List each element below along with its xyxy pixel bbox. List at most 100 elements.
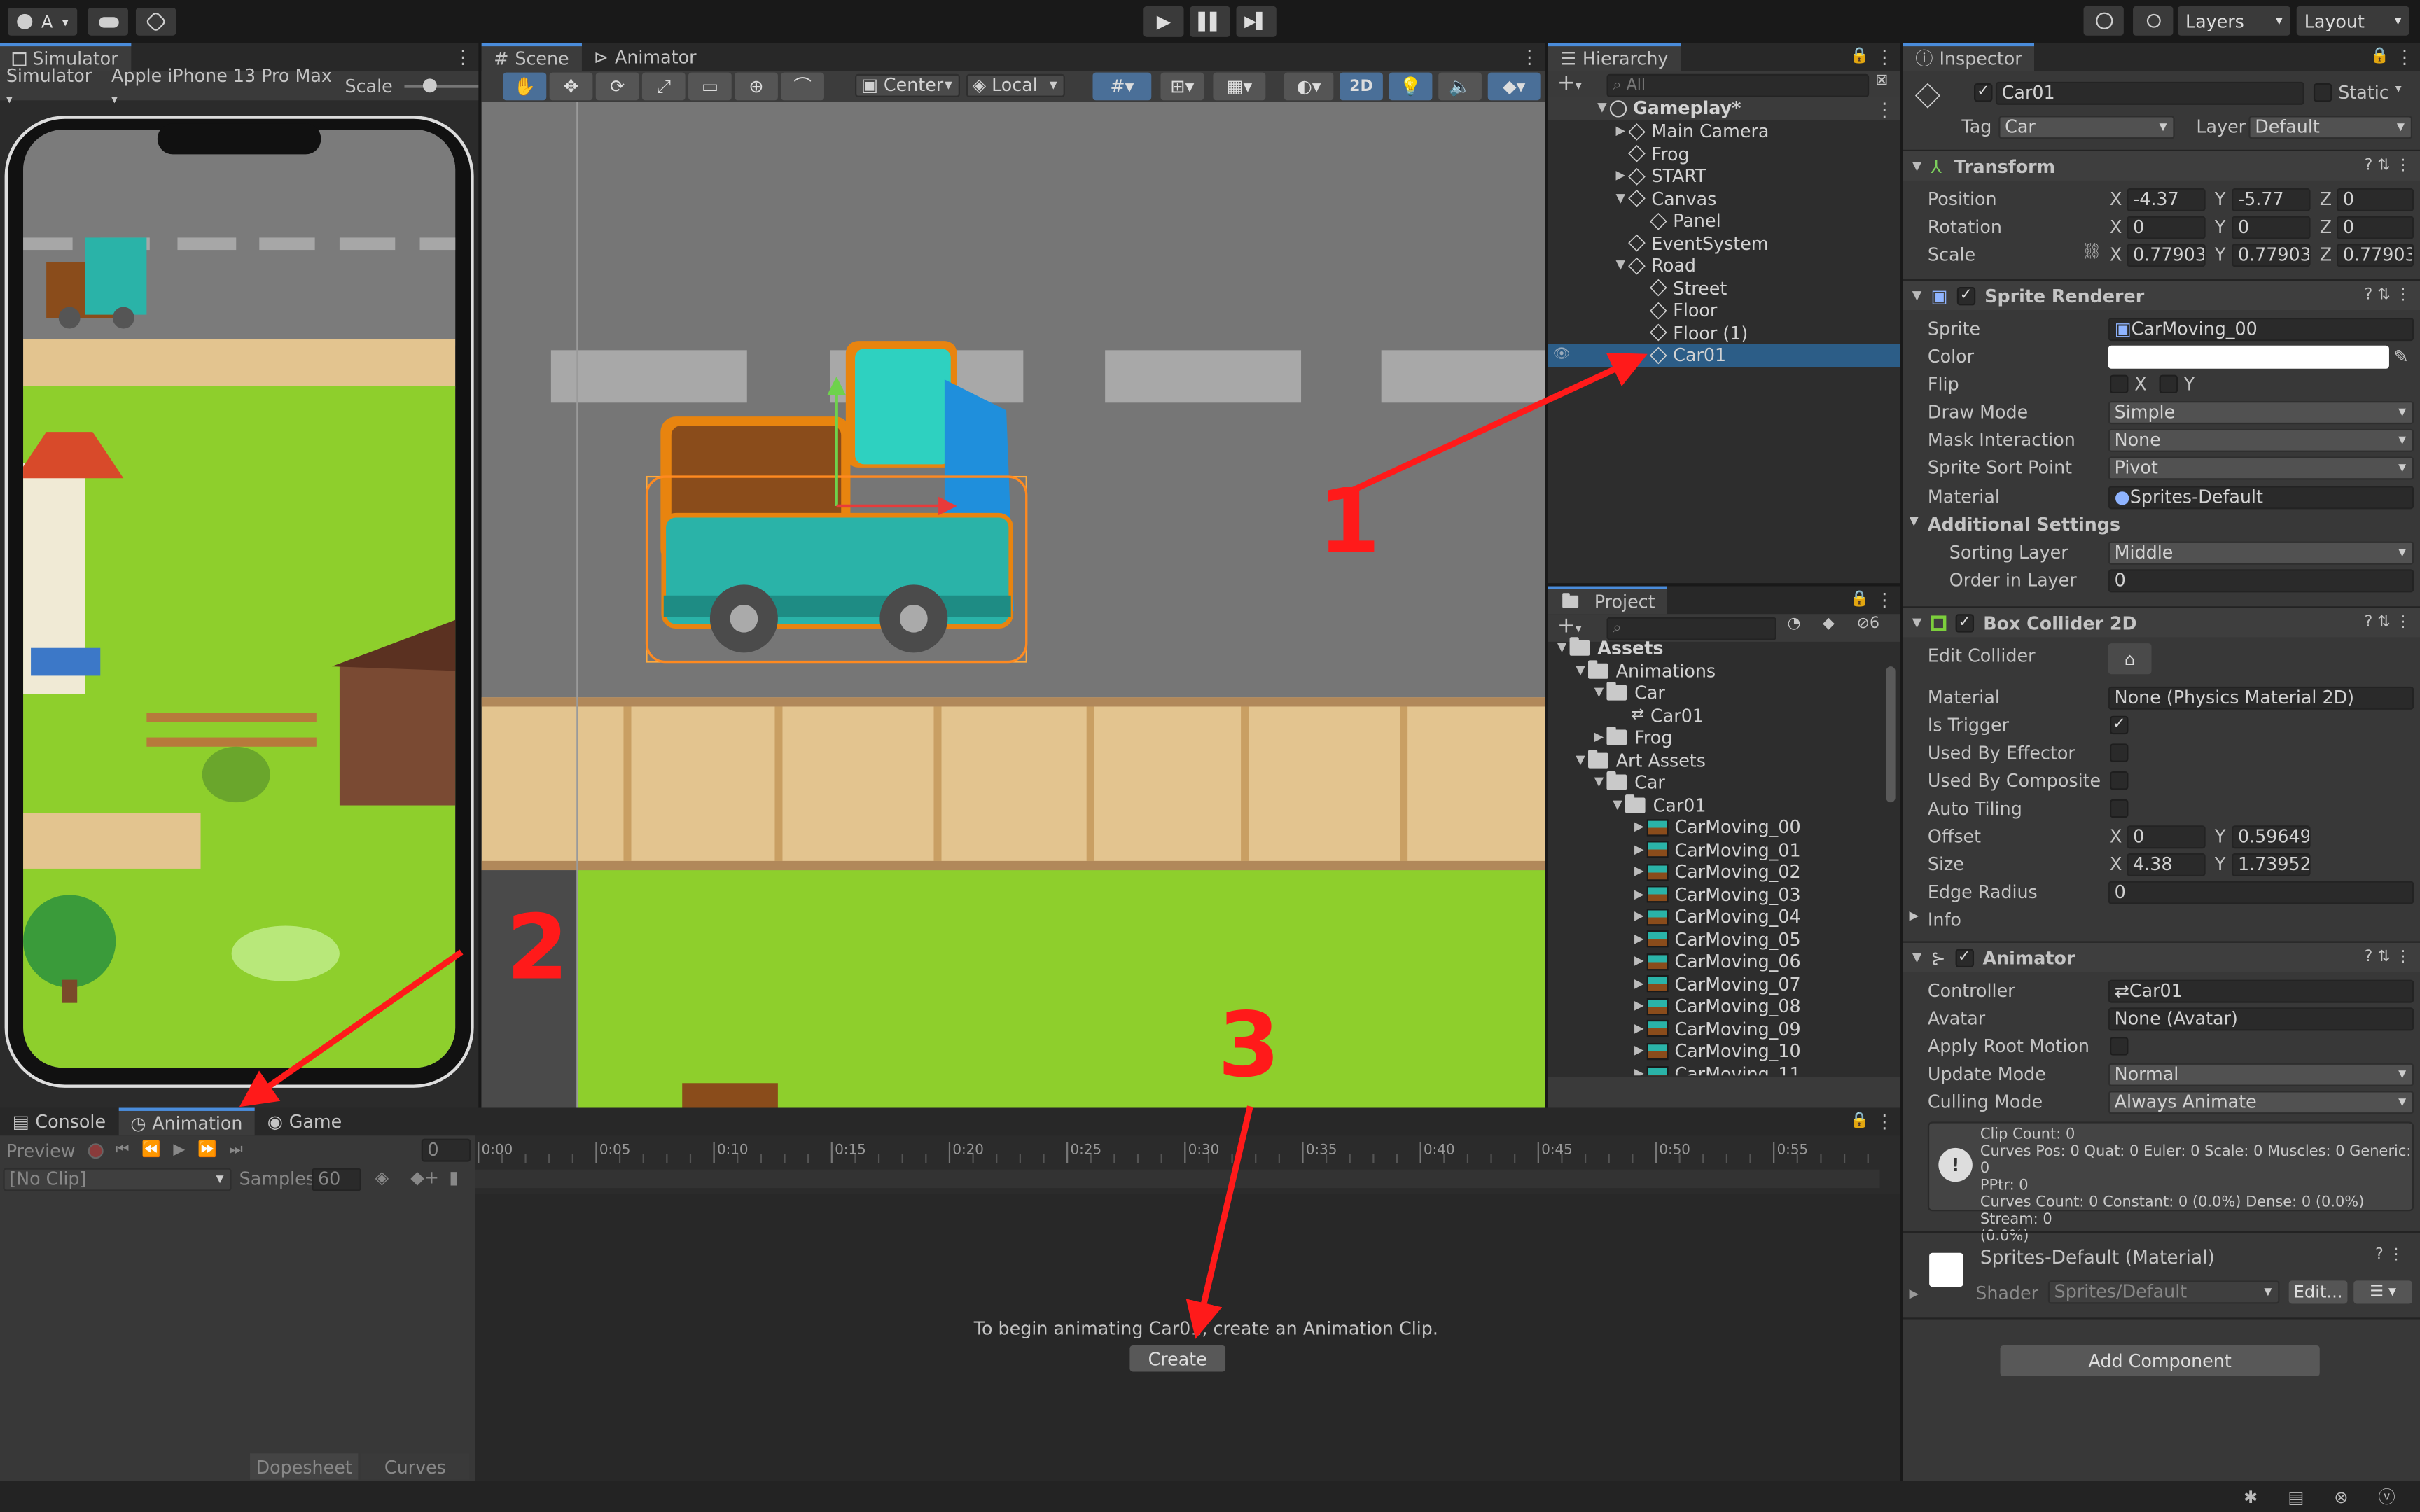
rotation-y-field[interactable]: 0 — [2232, 216, 2311, 239]
physics-material-field[interactable]: None (Physics Material 2D) — [2108, 686, 2414, 710]
controller-field[interactable]: ⇄Car01 — [2108, 979, 2414, 1003]
hierarchy-item-selected[interactable]: 👁 Car01 — [1548, 344, 1900, 367]
layout-dropdown[interactable]: Layout ▾ — [2296, 6, 2409, 36]
status-icons[interactable]: ✱ ▤ ⊗ ⓥ — [2244, 1484, 2407, 1508]
position-y-field[interactable]: -5.77 — [2232, 188, 2311, 211]
size-x-field[interactable]: 4.38 — [2127, 853, 2206, 876]
search-by-label-icon[interactable]: ◆ — [1823, 615, 1835, 632]
project-item[interactable]: ▶ Frog — [1548, 727, 1673, 749]
hierarchy-item[interactable]: Floor (1) — [1548, 322, 1748, 344]
position-x-field[interactable]: -4.37 — [2127, 188, 2206, 211]
prev-key-icon[interactable]: ⏪ — [141, 1142, 160, 1158]
add-event-icon[interactable]: ◆+ — [410, 1166, 439, 1188]
transform-header[interactable]: ▼ ⅄ Transform ? ⇅ ⋮ — [1903, 149, 2420, 181]
rotation-x-field[interactable]: 0 — [2127, 216, 2206, 239]
enable-checkbox[interactable]: ✓ — [1954, 948, 1974, 967]
hand-tool-icon[interactable]: ✋ — [503, 72, 547, 101]
sprite-field[interactable]: ▣CarMoving_00 — [2108, 318, 2414, 342]
step-button[interactable]: ▶▌ — [1236, 6, 1277, 37]
box-collider-header[interactable]: ▼ ✓ Box Collider 2D ? ⇅ ⋮ — [1903, 606, 2420, 638]
scale-y-field[interactable]: 0.77903 — [2232, 244, 2311, 267]
project-scrollbar[interactable] — [1886, 666, 1896, 803]
animator-header[interactable]: ▼ ⊱ ✓ Animator ? ⇅ ⋮ — [1903, 941, 2420, 972]
offset-x-field[interactable]: 0 — [2127, 825, 2206, 849]
update-mode-dropdown[interactable]: Normal — [2108, 1063, 2414, 1086]
samples-field[interactable]: 60 — [312, 1168, 361, 1191]
project-item[interactable]: ▶ CarMoving_03 — [1548, 883, 1801, 906]
history-button[interactable] — [2083, 6, 2124, 36]
project-item[interactable]: ▼ Assets — [1548, 637, 1664, 659]
project-item[interactable]: ▶ CarMoving_04 — [1548, 906, 1801, 928]
project-item[interactable]: ▼ Art Assets — [1548, 749, 1706, 771]
lock-icon[interactable]: 🔒 — [2370, 48, 2388, 64]
scale-tool-icon[interactable]: ⤢ — [641, 72, 686, 101]
lock-icon[interactable]: 🔒 — [1850, 48, 1869, 64]
enable-checkbox[interactable]: ✓ — [1955, 613, 1975, 632]
create-clip-button[interactable]: Create — [1129, 1345, 1226, 1372]
hierarchy-item[interactable]: ▶ START — [1548, 165, 1706, 188]
rect-tool-icon[interactable]: ▭ — [688, 72, 732, 101]
hierarchy-item[interactable]: Panel — [1548, 210, 1721, 232]
position-z-field[interactable]: 0 — [2337, 188, 2414, 211]
order-in-layer-field[interactable]: 0 — [2108, 569, 2414, 593]
additional-settings-foldout[interactable]: Additional Settings — [1928, 514, 2120, 536]
rotation-z-field[interactable]: 0 — [2337, 216, 2414, 239]
hierarchy-menu-icon[interactable]: ⋮ — [1875, 46, 1893, 68]
component-icons[interactable]: ? ⇅ ⋮ — [2365, 949, 2411, 966]
tag-dropdown[interactable]: Car — [1998, 115, 2175, 139]
project-item[interactable]: ▼ Car — [1548, 682, 1665, 704]
rotate-tool-icon[interactable]: ⟳ — [595, 72, 639, 101]
root-motion-checkbox[interactable] — [2110, 1037, 2129, 1056]
hierarchy-item[interactable]: ▼ Gameplay* — [1548, 97, 1900, 120]
frame-field[interactable]: 0 — [421, 1138, 471, 1162]
tab-project[interactable]: Project — [1548, 586, 1668, 615]
scene-menu-icon[interactable]: ⋮ — [1520, 46, 1538, 68]
move-tool-icon[interactable]: ✥ — [549, 72, 593, 101]
animation-menu-icon[interactable]: ⋮ — [1875, 1111, 1893, 1133]
tab-animation[interactable]: ◷ Animation — [118, 1107, 256, 1136]
play-icon[interactable]: ▶ — [173, 1142, 185, 1158]
hierarchy-item[interactable]: EventSystem — [1548, 232, 1769, 255]
tab-animator[interactable]: ⊳ Animator — [581, 43, 709, 71]
used-by-effector-checkbox[interactable] — [2110, 743, 2129, 762]
culling-mode-dropdown[interactable]: Always Animate — [2108, 1091, 2414, 1114]
sort-point-dropdown[interactable]: Pivot — [2108, 456, 2414, 480]
cloud-button[interactable] — [88, 8, 128, 36]
search-by-type-icon[interactable]: ◔ — [1787, 615, 1800, 632]
project-item[interactable]: ▶ CarMoving_05 — [1548, 928, 1801, 951]
layer-dropdown[interactable]: Default — [2248, 115, 2413, 139]
edit-shader-button[interactable]: Edit... — [2288, 1280, 2348, 1304]
simulator-mode-dropdown[interactable]: Simulator ▾ — [6, 64, 99, 107]
device-dropdown[interactable]: Apple iPhone 13 Pro Max ▾ — [111, 64, 333, 107]
project-item[interactable]: ▼ Animations — [1548, 659, 1716, 682]
tab-hierarchy[interactable]: ☰ Hierarchy — [1548, 43, 1681, 71]
scene-item-menu-icon[interactable]: ⋮ — [1875, 99, 1893, 120]
scale-x-field[interactable]: 0.77903 — [2127, 244, 2206, 267]
component-icons[interactable]: ? ⇅ ⋮ — [2365, 614, 2411, 631]
timeline-scrollbar[interactable] — [475, 1169, 1880, 1189]
grid-snap-icon[interactable]: #▾ — [1092, 72, 1152, 101]
grid-visibility-icon[interactable]: ▦▾ — [1213, 72, 1266, 101]
project-item[interactable]: ▶ CarMoving_06 — [1548, 951, 1801, 973]
size-y-field[interactable]: 1.739529 — [2232, 853, 2311, 876]
project-item[interactable]: ▼ Car — [1548, 771, 1665, 794]
tab-game[interactable]: ◉ Game — [255, 1108, 354, 1136]
component-icons[interactable]: ? ⋮ — [2375, 1247, 2404, 1264]
project-item[interactable]: ▶ CarMoving_09 — [1548, 1018, 1801, 1040]
offset-y-field[interactable]: 0.596490 — [2232, 825, 2311, 849]
project-item[interactable]: ▼ Car01 — [1548, 794, 1706, 816]
draw-mode-dropdown[interactable]: Simple — [2108, 401, 2414, 425]
enable-checkbox[interactable]: ✓ — [1956, 286, 1975, 305]
curves-tab[interactable]: Curves — [361, 1453, 470, 1480]
space-dropdown[interactable]: ◈ Local — [966, 74, 1065, 97]
used-by-composite-checkbox[interactable] — [2110, 771, 2129, 790]
custom-tool-icon[interactable]: ⌒ — [781, 72, 824, 101]
preview-toggle[interactable]: Preview — [6, 1140, 76, 1161]
create-button[interactable]: +▾ — [1557, 71, 1582, 95]
hierarchy-item[interactable]: ▶ Main Camera — [1548, 120, 1769, 143]
scale-slider[interactable] — [405, 78, 479, 92]
active-checkbox[interactable]: ✓ — [1974, 83, 1993, 102]
project-item[interactable]: ⇄ Car01 — [1548, 704, 1704, 727]
project-item[interactable]: ▶ CarMoving_07 — [1548, 973, 1801, 995]
visibility-icon[interactable]: 👁 — [1552, 344, 1570, 367]
